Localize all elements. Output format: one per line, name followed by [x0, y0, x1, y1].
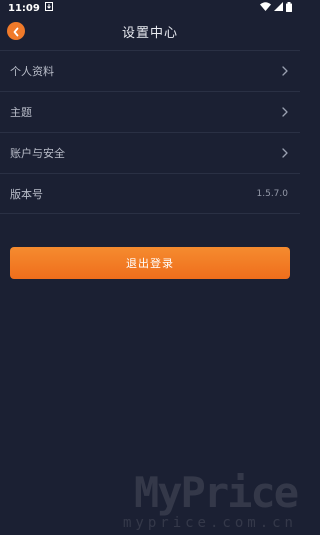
wifi-icon: [260, 2, 271, 14]
download-notification-icon: [44, 2, 53, 14]
settings-item-profile[interactable]: 个人资料: [0, 50, 300, 91]
settings-item-version: 版本号 1.5.7.0: [0, 173, 300, 214]
status-bar: 11:09: [0, 0, 300, 16]
page-title: 设置中心: [121, 25, 178, 41]
back-arrow-icon: [12, 22, 20, 41]
settings-item-label: 主题: [10, 106, 32, 119]
watermark-logo-text: MyPrice: [133, 468, 299, 517]
settings-item-theme[interactable]: 主题: [0, 91, 300, 132]
chevron-right-icon: [282, 66, 288, 76]
status-right: [260, 1, 292, 15]
watermark: MyPrice myprice.com.cn: [122, 468, 299, 532]
watermark-url-text: myprice.com.cn: [122, 515, 297, 531]
signal-icon: [274, 2, 283, 14]
chevron-right-icon: [282, 107, 288, 117]
settings-item-label: 版本号: [10, 187, 43, 201]
battery-icon: [286, 1, 292, 15]
chevron-right-icon: [282, 148, 288, 158]
status-left: 11:09: [8, 2, 53, 14]
settings-item-label: 账户与安全: [10, 147, 65, 160]
version-value: 1.5.7.0: [256, 188, 289, 199]
back-button[interactable]: [7, 22, 25, 40]
settings-list: 个人资料 主题 账户与安全 版本号 1.5.7.0: [0, 50, 300, 214]
status-time: 11:09: [8, 2, 40, 14]
logout-wrapper: 退出登录: [0, 247, 300, 279]
settings-item-label: 个人资料: [10, 65, 54, 78]
settings-item-account-security[interactable]: 账户与安全: [0, 132, 300, 173]
header: 设置中心: [0, 16, 300, 46]
logout-button[interactable]: 退出登录: [10, 247, 290, 279]
